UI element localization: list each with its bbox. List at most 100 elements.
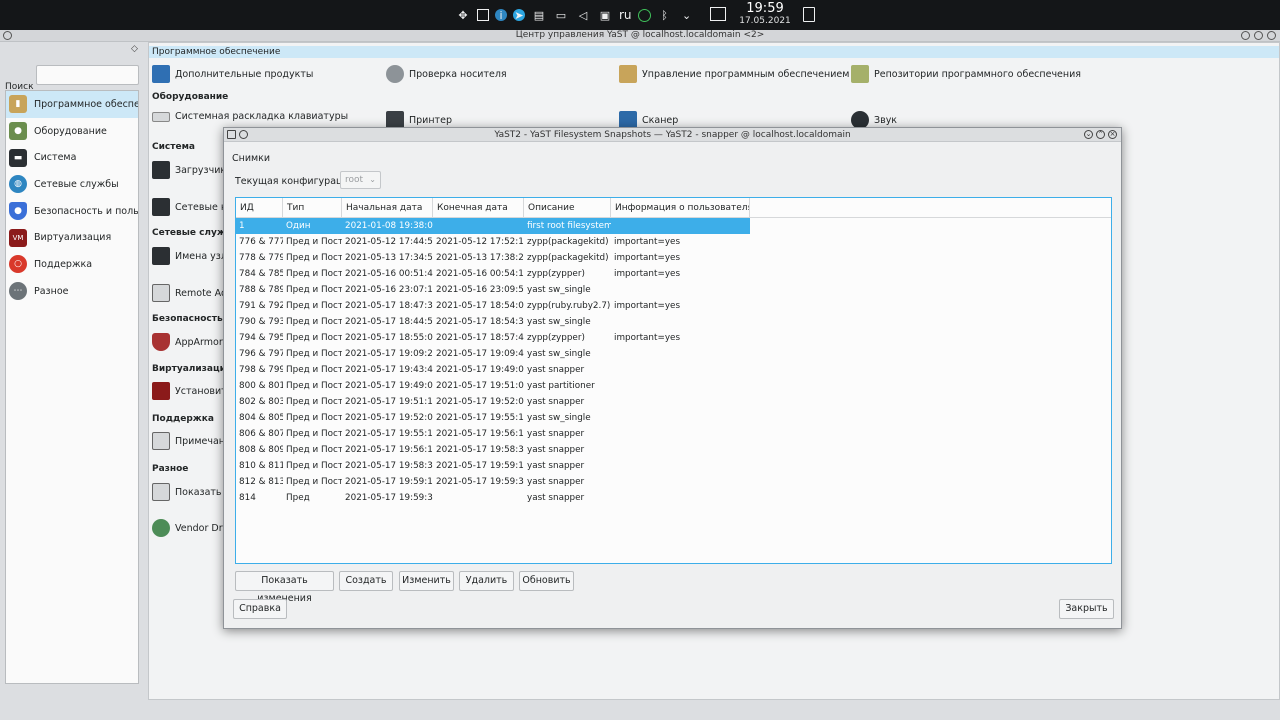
- cell-start-date: 2021-05-13 17:34:53: [345, 253, 433, 263]
- column-header-type[interactable]: Тип: [283, 198, 342, 218]
- table-row[interactable]: 808 & 809 Пред и Пост 2021-05-17 19:56:19 2…: [236, 442, 1111, 458]
- column-header-end-date[interactable]: Конечная дата: [433, 198, 524, 218]
- cell-id: 808 & 809: [239, 445, 283, 455]
- cell-id: 804 & 805: [239, 413, 283, 423]
- category-software[interactable]: ▮ Программное обеспечение: [6, 91, 138, 118]
- maximize-icon[interactable]: ⌃: [1096, 130, 1105, 139]
- notifications-icon[interactable]: [803, 7, 815, 22]
- table-row[interactable]: 810 & 811 Пред и Пост 2021-05-17 19:58:38 2…: [236, 458, 1111, 474]
- cell-id: 794 & 795: [239, 333, 283, 343]
- close-icon[interactable]: ×: [1108, 130, 1117, 139]
- category-system[interactable]: ▬ Система: [6, 144, 138, 171]
- table-row[interactable]: 804 & 805 Пред и Пост 2021-05-17 19:52:07 2…: [236, 410, 1111, 426]
- module-hostnames[interactable]: Имена узла: [152, 247, 233, 265]
- table-row[interactable]: 784 & 785 Пред и Пост 2021-05-16 00:51:40 2…: [236, 266, 1111, 282]
- snapshots-table[interactable]: ИД Тип Начальная дата Конечная дата Опис…: [235, 197, 1112, 564]
- table-row[interactable]: 806 & 807 Пред и Пост 2021-05-17 19:55:19 2…: [236, 426, 1111, 442]
- show-desktop-button[interactable]: [710, 7, 726, 21]
- table-row[interactable]: 812 & 813 Пред и Пост 2021-05-17 19:59:13 2…: [236, 474, 1111, 490]
- module-media-check[interactable]: Проверка носителя: [386, 65, 507, 83]
- cell-user-info: [611, 474, 750, 490]
- module-apparmor[interactable]: AppArmor: [152, 333, 223, 351]
- cell-end-date: 2021-05-17 19:55:17: [436, 413, 524, 423]
- keep-above-icon[interactable]: [227, 130, 236, 139]
- table-row[interactable]: 1 Один 2021-01-08 19:38:01 first root files…: [236, 218, 1111, 234]
- module-install-hypervisor[interactable]: Установить: [152, 382, 232, 400]
- column-header-start-date[interactable]: Начальная дата: [342, 198, 433, 218]
- table-row[interactable]: 791 & 792 Пред и Пост 2021-05-17 18:47:36 2…: [236, 298, 1111, 314]
- table-row[interactable]: 798 & 799 Пред и Пост 2021-05-17 19:43:44 2…: [236, 362, 1111, 378]
- category-virtualization[interactable]: VM Виртуализация: [6, 224, 138, 251]
- module-software-management[interactable]: Управление программным обеспечением: [619, 65, 849, 83]
- wifi-icon[interactable]: [637, 8, 651, 22]
- module-addons[interactable]: Дополнительные продукты: [152, 65, 313, 83]
- category-support[interactable]: ○ Поддержка: [6, 251, 138, 278]
- config-select[interactable]: root ⌄: [340, 171, 381, 189]
- chevron-down-icon[interactable]: ⌄: [679, 7, 695, 23]
- cell-description: yast snapper: [527, 477, 585, 487]
- clipboard-icon[interactable]: ▤: [531, 7, 547, 23]
- cell-end-date: 2021-05-17 19:51:02: [436, 381, 524, 391]
- create-button[interactable]: Создать: [339, 571, 393, 591]
- notes-icon[interactable]: ▭: [553, 7, 569, 23]
- table-header: ИД Тип Начальная дата Конечная дата Опис…: [236, 198, 1111, 218]
- cell-type: Пред и Пост: [286, 349, 342, 359]
- clock[interactable]: 19:59 17.05.2021: [735, 2, 795, 27]
- category-network[interactable]: ◍ Сетевые службы: [6, 171, 138, 198]
- search-input[interactable]: [36, 65, 139, 85]
- table-row[interactable]: 800 & 801 Пред и Пост 2021-05-17 19:49:06 2…: [236, 378, 1111, 394]
- info-icon[interactable]: i: [495, 9, 507, 22]
- window-menu-icon[interactable]: [3, 31, 12, 40]
- printer-icon[interactable]: ▣: [597, 7, 613, 23]
- close-button[interactable]: Закрыть: [1059, 599, 1114, 619]
- diamond-icon[interactable]: ◇: [131, 44, 138, 54]
- table-row[interactable]: 814 Пред 2021-05-17 19:59:33 yast snapper: [236, 490, 1111, 506]
- help-button[interactable]: Справка: [233, 599, 287, 619]
- module-release-notes[interactable]: Примечани: [152, 432, 231, 450]
- release-notes-icon: [152, 432, 170, 450]
- minimize-icon[interactable]: [1241, 31, 1250, 40]
- cell-start-date: 2021-05-17 19:49:06: [345, 381, 433, 391]
- keyboard-layout-indicator[interactable]: ru: [619, 8, 632, 22]
- delete-button[interactable]: Удалить: [459, 571, 514, 591]
- category-misc[interactable]: ⋯ Разное: [6, 278, 138, 305]
- snapshots-label: Снимки: [232, 153, 271, 164]
- cell-id: 784 & 785: [239, 269, 283, 279]
- cell-start-date: 2021-01-08 19:38:01: [342, 218, 433, 234]
- refresh-button[interactable]: Обновить: [519, 571, 574, 591]
- table-row[interactable]: 794 & 795 Пред и Пост 2021-05-17 18:55:04 2…: [236, 330, 1111, 346]
- bluetooth-icon[interactable]: ᛒ: [657, 7, 673, 23]
- column-header-user-info[interactable]: Информация о пользователях: [611, 198, 750, 218]
- modify-button[interactable]: Изменить: [399, 571, 454, 591]
- table-row[interactable]: 796 & 797 Пред и Пост 2021-05-17 19:09:28 2…: [236, 346, 1111, 362]
- telegram-icon[interactable]: ➤: [513, 9, 525, 22]
- category-security[interactable]: ● Безопасность и пользов: [6, 198, 138, 225]
- table-row[interactable]: 788 & 789 Пред и Пост 2021-05-16 23:07:16 2…: [236, 282, 1111, 298]
- table-row[interactable]: 802 & 803 Пред и Пост 2021-05-17 19:51:15 2…: [236, 394, 1111, 410]
- category-hardware[interactable]: ● Оборудование: [6, 118, 138, 145]
- category-label: Программное обеспечение: [34, 98, 138, 110]
- module-network-settings[interactable]: Сетевые на: [152, 198, 233, 216]
- cell-type: Пред и Пост: [286, 461, 342, 471]
- table-row[interactable]: 778 & 779 Пред и Пост 2021-05-13 17:34:53 2…: [236, 250, 1111, 266]
- column-header-description[interactable]: Описание: [524, 198, 611, 218]
- cell-user-info: [611, 346, 750, 362]
- battery-icon[interactable]: [477, 9, 489, 21]
- module-keyboard[interactable]: Системная раскладка клавиатуры: [152, 111, 348, 122]
- module-vendor-driver[interactable]: Vendor Driv: [152, 519, 231, 537]
- volume-icon[interactable]: ◁: [575, 7, 591, 23]
- minimize-icon[interactable]: ⌄: [1084, 130, 1093, 139]
- cell-description: yast snapper: [527, 461, 585, 471]
- show-changes-button[interactable]: Показать изменения: [235, 571, 334, 604]
- cell-start-date: 2021-05-17 19:56:19: [345, 445, 433, 455]
- module-repositories[interactable]: Репозитории программного обеспечения: [851, 65, 1081, 83]
- module-bootloader[interactable]: Загрузчик: [152, 161, 226, 179]
- column-header-id[interactable]: ИД: [236, 198, 283, 218]
- window-menu-icon[interactable]: [239, 130, 248, 139]
- table-row[interactable]: 776 & 777 Пред и Пост 2021-05-12 17:44:58 2…: [236, 234, 1111, 250]
- table-row[interactable]: 790 & 793 Пред и Пост 2021-05-17 18:44:50 2…: [236, 314, 1111, 330]
- network-icon[interactable]: ✥: [455, 7, 471, 23]
- cell-type: Пред и Пост: [286, 237, 342, 247]
- maximize-icon[interactable]: [1254, 31, 1263, 40]
- close-icon[interactable]: [1267, 31, 1276, 40]
